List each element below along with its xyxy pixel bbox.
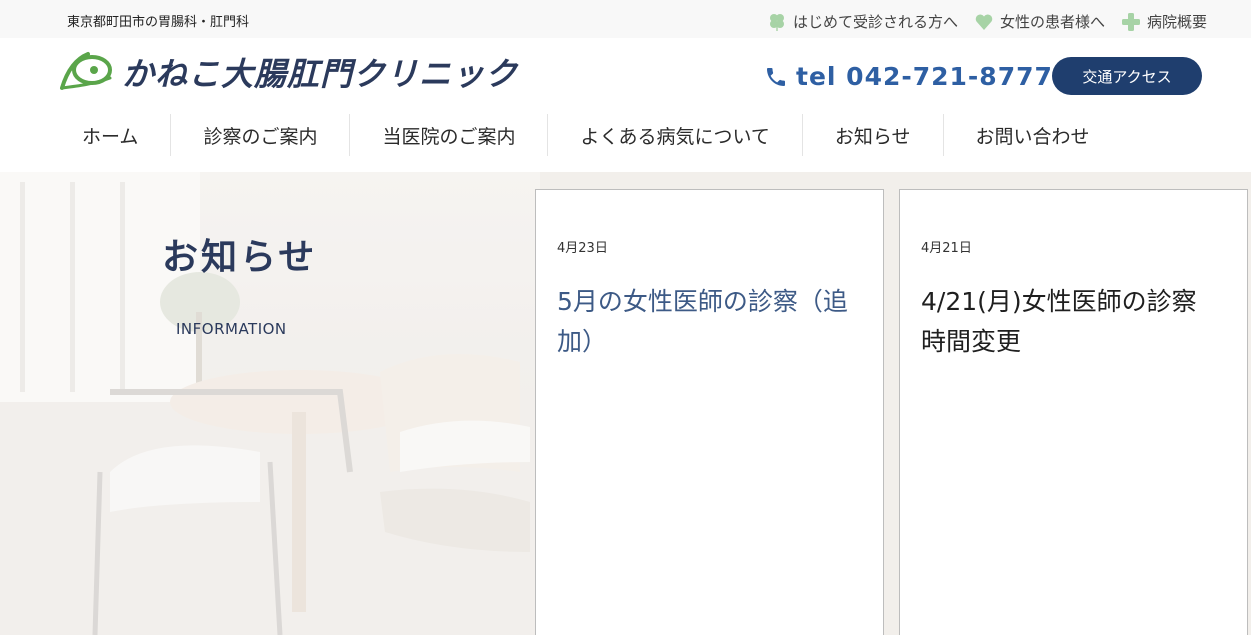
first-visit-label: はじめて受診される方へ: [792, 13, 958, 31]
heart-icon: [975, 13, 993, 30]
site-header: かねこ大腸肛門クリニック tel 042-721-8777 交通アクセス ホーム…: [0, 38, 1251, 172]
female-patients-link[interactable]: 女性の患者様へ: [974, 11, 1105, 32]
news-date: 4月23日: [557, 241, 608, 256]
clinic-overview-link[interactable]: 病院概要: [1121, 11, 1207, 32]
nav-about-clinic[interactable]: 当医院のご案内: [350, 114, 549, 156]
news-hero: お知らせ INFORMATION 4月23日 5月の女性医師の診察（追加） 4月…: [0, 172, 1251, 635]
logo-text: かねこ大腸肛門クリニック: [122, 55, 519, 93]
news-date: 4月21日: [921, 241, 972, 256]
nav-contact[interactable]: お問い合わせ: [944, 114, 1122, 156]
page-title: お知らせ: [162, 236, 318, 278]
news-card[interactable]: 4月21日 4/21(月)女性医師の診察時間変更: [899, 189, 1248, 635]
nav-consultation[interactable]: 診察のご案内: [171, 114, 351, 156]
phone-number: tel 042-721-8777: [796, 62, 1053, 91]
clinic-overview-label: 病院概要: [1146, 13, 1207, 31]
cross-icon: [1121, 12, 1140, 31]
first-visit-link[interactable]: はじめて受診される方へ: [767, 11, 958, 32]
news-title[interactable]: 5月の女性医師の診察（追加）: [557, 282, 857, 362]
top-bar: 東京都町田市の胃腸科・肛門科 はじめて受診される方へ 女性の患者様へ 病院概要: [0, 0, 1251, 38]
nav-home[interactable]: ホーム: [50, 114, 172, 156]
top-links: はじめて受診される方へ 女性の患者様へ 病院概要: [767, 11, 1207, 32]
region-text: 東京都町田市の胃腸科・肛門科: [67, 15, 250, 30]
female-patients-label: 女性の患者様へ: [999, 13, 1105, 31]
main-nav: ホーム 診察のご案内 当医院のご案内 よくある病気について お知らせ お問い合わ…: [50, 114, 1122, 156]
access-button[interactable]: 交通アクセス: [1052, 57, 1202, 95]
news-card[interactable]: 4月23日 5月の女性医師の診察（追加）: [535, 189, 884, 635]
page-subtitle: INFORMATION: [176, 320, 287, 338]
news-title[interactable]: 4/21(月)女性医師の診察時間変更: [921, 282, 1221, 362]
nav-news[interactable]: お知らせ: [803, 114, 944, 156]
nav-common-diseases[interactable]: よくある病気について: [548, 114, 803, 156]
logo-mark-icon: [60, 52, 112, 90]
phone-icon: [767, 67, 785, 86]
clover-icon: [769, 13, 784, 31]
clinic-logo[interactable]: かねこ大腸肛門クリニック: [58, 48, 518, 96]
phone-link[interactable]: tel 042-721-8777: [764, 62, 1053, 91]
